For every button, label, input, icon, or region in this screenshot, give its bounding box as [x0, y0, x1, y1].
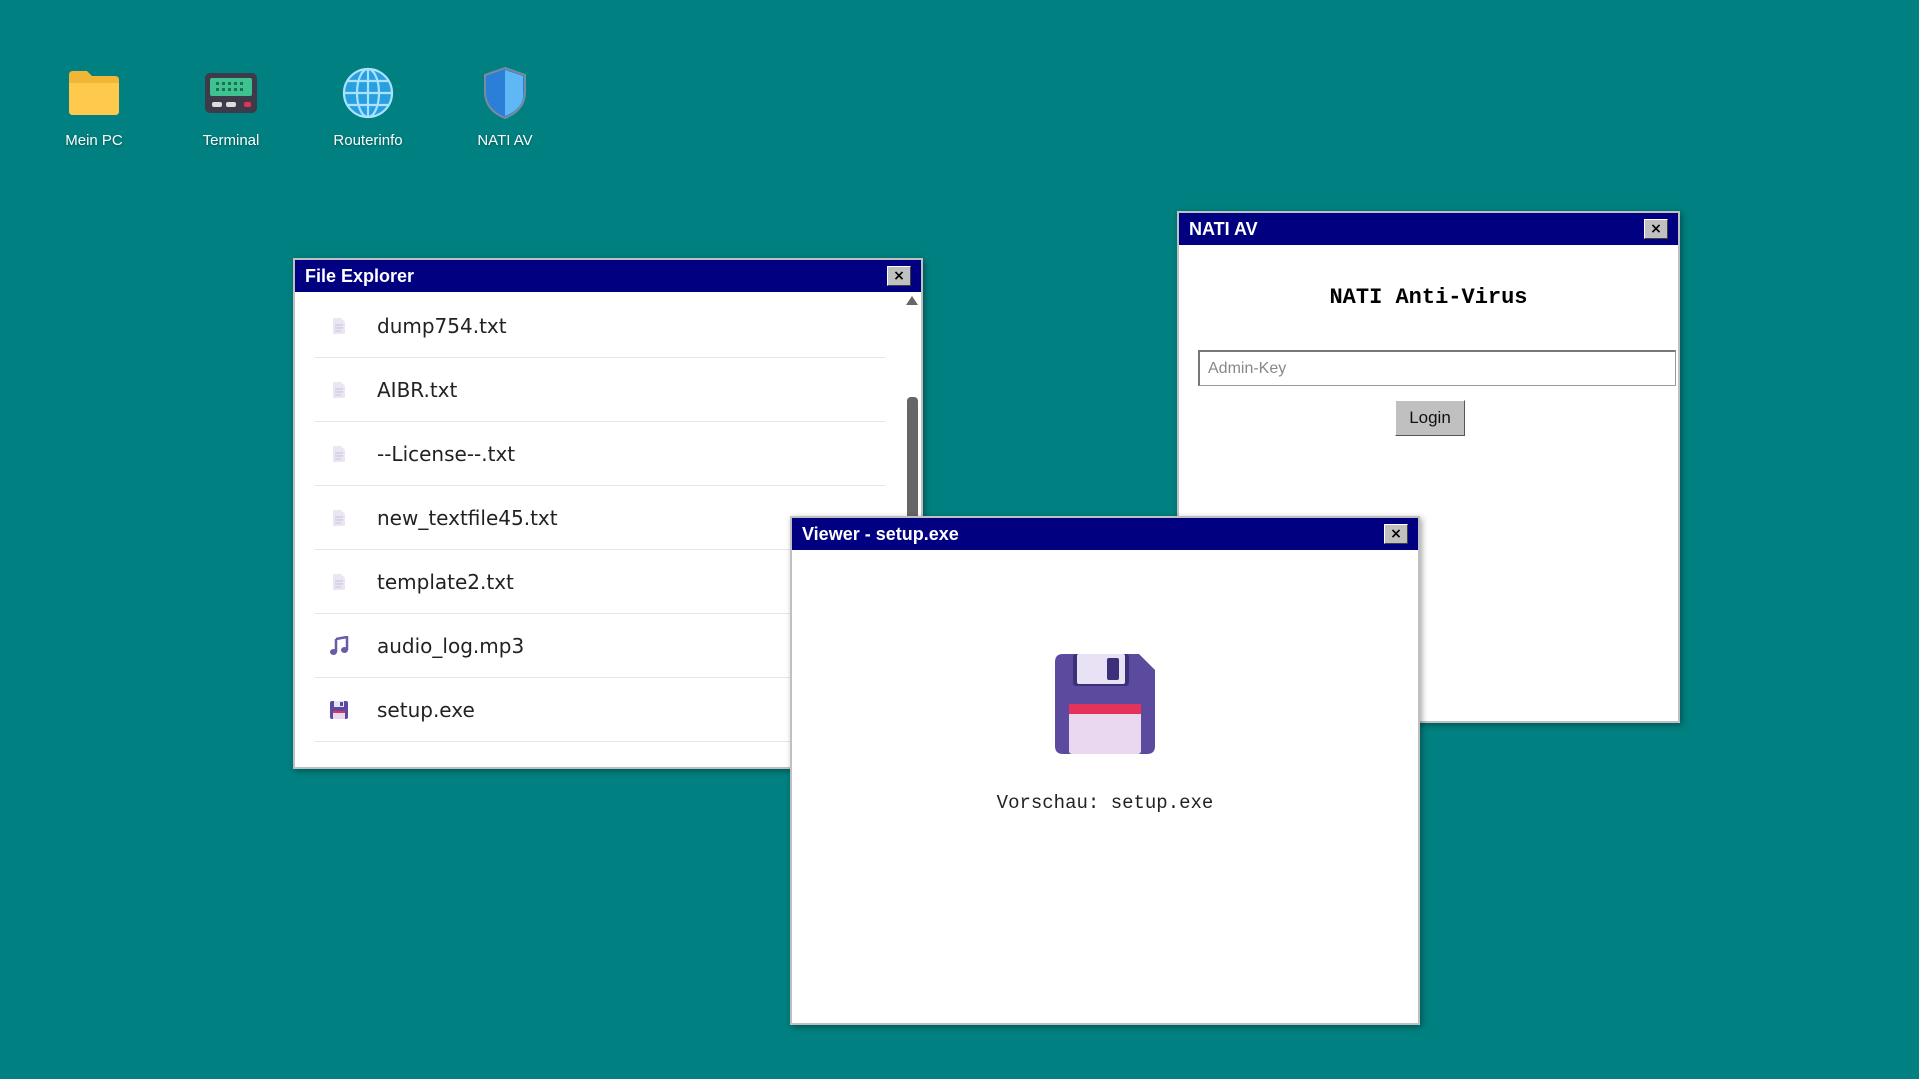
- file-name: new_textfile45.txt: [377, 505, 558, 530]
- text-file-icon: [327, 509, 351, 527]
- nati-av-titlebar[interactable]: NATI AV ×: [1179, 213, 1678, 245]
- music-note-icon: [327, 635, 351, 656]
- desktop-icon-label: Terminal: [202, 132, 260, 149]
- file-item[interactable]: AIBR.txt: [315, 358, 885, 422]
- window-title: File Explorer: [305, 265, 415, 286]
- text-file-icon: [327, 317, 351, 335]
- window-title: NATI AV: [1189, 218, 1258, 239]
- file-name: AIBR.txt: [377, 377, 458, 402]
- desktop-icon-mein-pc[interactable]: Mein PC: [24, 62, 164, 149]
- floppy-disk-icon: [327, 700, 351, 720]
- desktop-icon-label: Mein PC: [65, 132, 123, 149]
- text-file-icon: [327, 445, 351, 463]
- file-item[interactable]: --License--.txt: [315, 422, 885, 486]
- file-name: template2.txt: [377, 569, 514, 594]
- folder-icon: [24, 62, 164, 124]
- file-item[interactable]: dump754.txt: [315, 294, 885, 358]
- file-name: setup.exe: [377, 697, 475, 722]
- viewer-titlebar[interactable]: Viewer - setup.exe ×: [792, 518, 1418, 550]
- file-name: audio_log.mp3: [377, 633, 525, 658]
- preview-caption: Vorschau: setup.exe: [996, 792, 1214, 814]
- terminal-icon: [161, 62, 301, 124]
- login-button[interactable]: Login: [1395, 400, 1465, 436]
- viewer-body: Vorschau: setup.exe: [792, 654, 1418, 814]
- nati-heading: NATI Anti-Virus: [1329, 285, 1528, 310]
- close-button[interactable]: ×: [1384, 524, 1408, 544]
- file-explorer-titlebar[interactable]: File Explorer ×: [295, 260, 921, 292]
- desktop-icon-routerinfo[interactable]: Routerinfo: [298, 62, 438, 149]
- text-file-icon: [327, 381, 351, 399]
- file-name: --License--.txt: [377, 441, 516, 466]
- desktop-icon-label: NATI AV: [477, 132, 533, 149]
- file-name: dump754.txt: [377, 313, 507, 338]
- scroll-up-arrow-icon[interactable]: [906, 296, 918, 305]
- desktop-icon-label: Routerinfo: [333, 132, 403, 149]
- shield-icon: [435, 62, 575, 124]
- globe-icon: [298, 62, 438, 124]
- floppy-disk-icon: [792, 654, 1418, 754]
- close-button[interactable]: ×: [1644, 219, 1668, 239]
- close-button[interactable]: ×: [887, 266, 911, 286]
- window-title: Viewer - setup.exe: [802, 523, 959, 544]
- desktop-icon-terminal[interactable]: Terminal: [161, 62, 301, 149]
- text-file-icon: [327, 573, 351, 591]
- desktop-icon-nati-av[interactable]: NATI AV: [435, 62, 575, 149]
- admin-key-input[interactable]: [1198, 350, 1676, 386]
- viewer-window: Viewer - setup.exe × Vorschau: setup.exe: [790, 516, 1420, 1025]
